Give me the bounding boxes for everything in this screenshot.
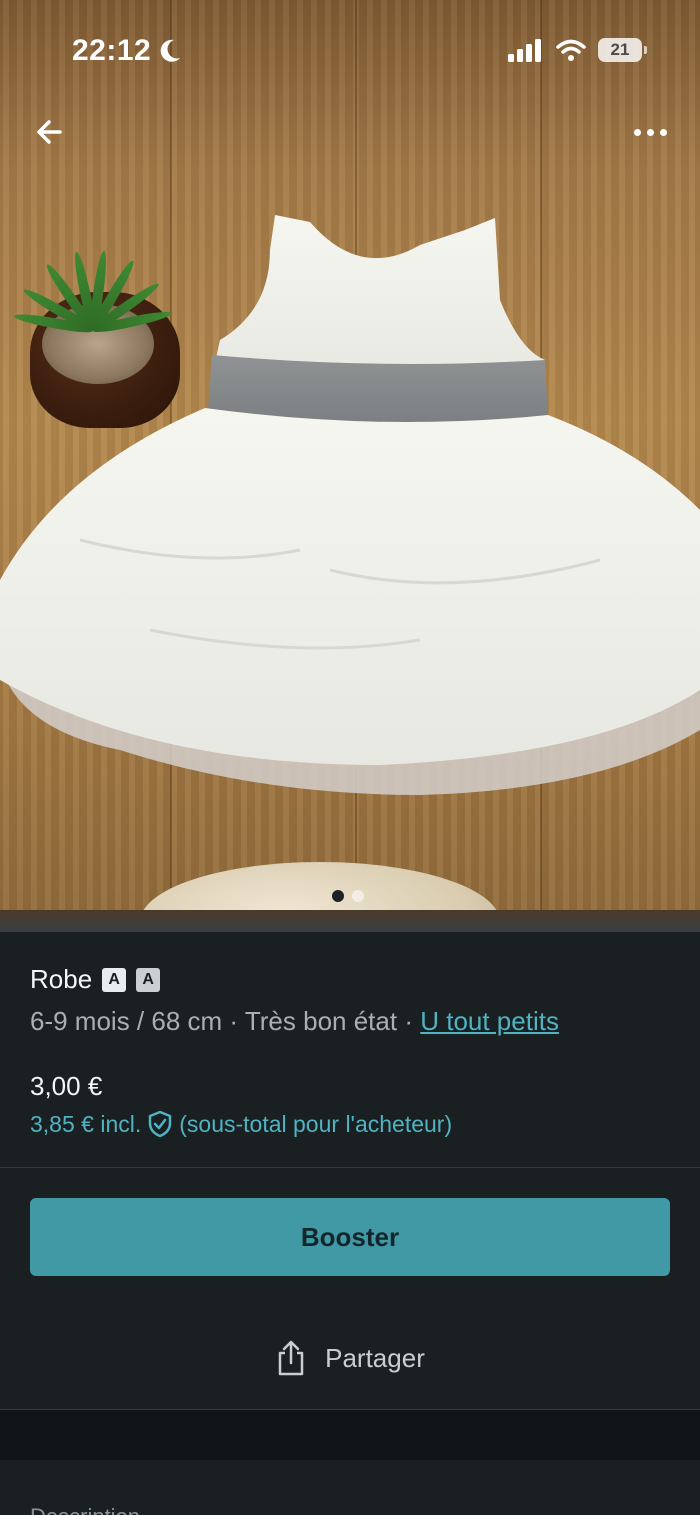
description-label: Description: [30, 1504, 140, 1515]
item-title: Robe: [30, 964, 93, 994]
actions-panel: Booster Partager: [0, 1168, 700, 1410]
description-section: Description: [0, 1460, 700, 1515]
section-gap: [0, 1410, 700, 1460]
share-button[interactable]: Partager: [0, 1318, 700, 1398]
meta-separator: ·: [229, 1006, 239, 1036]
item-size: 6-9 mois / 68 cm: [30, 1006, 223, 1036]
item-title-row: Robe A A: [30, 964, 161, 995]
share-icon: [278, 1340, 304, 1376]
table-edge: [0, 910, 700, 932]
signal-icon: [508, 39, 541, 62]
more-horizontal-icon: [633, 128, 641, 136]
item-meta: 6-9 mois / 68 cm · Très bon état · U tou…: [30, 1006, 559, 1037]
wifi-icon: [556, 39, 586, 61]
battery-icon: 21: [598, 38, 647, 62]
dress-image: [0, 215, 700, 795]
meta-separator: ·: [404, 1006, 413, 1036]
buyer-price-row[interactable]: 3,85 € incl. (sous-total pour l'acheteur…: [30, 1110, 452, 1138]
moon-icon: [160, 39, 180, 62]
brand-link[interactable]: U tout petits: [420, 1006, 559, 1036]
more-options-button[interactable]: [628, 112, 672, 152]
carousel-dot[interactable]: [352, 890, 364, 902]
product-photo[interactable]: [0, 0, 700, 932]
translate-badge-icon: A: [136, 967, 161, 992]
boost-button[interactable]: Booster: [30, 1198, 670, 1276]
buyer-price-note: (sous-total pour l'acheteur): [179, 1110, 453, 1137]
text-badge-icon: A: [102, 967, 127, 992]
item-price: 3,00 €: [30, 1071, 103, 1101]
back-button[interactable]: [30, 112, 70, 152]
carousel-dot-active[interactable]: [332, 890, 344, 902]
status-time: 22:12: [72, 34, 152, 67]
status-indicators: 21: [508, 38, 647, 62]
share-label: Partager: [325, 1342, 425, 1373]
carousel-indicator[interactable]: [332, 890, 364, 902]
item-condition: Très bon état: [244, 1006, 398, 1036]
item-info-panel: Robe A A 6-9 mois / 68 cm · Très bon éta…: [0, 932, 700, 1168]
shield-check-icon: [149, 1110, 172, 1138]
buyer-price: 3,85 € incl.: [30, 1110, 142, 1137]
arrow-left-icon: [37, 120, 62, 144]
